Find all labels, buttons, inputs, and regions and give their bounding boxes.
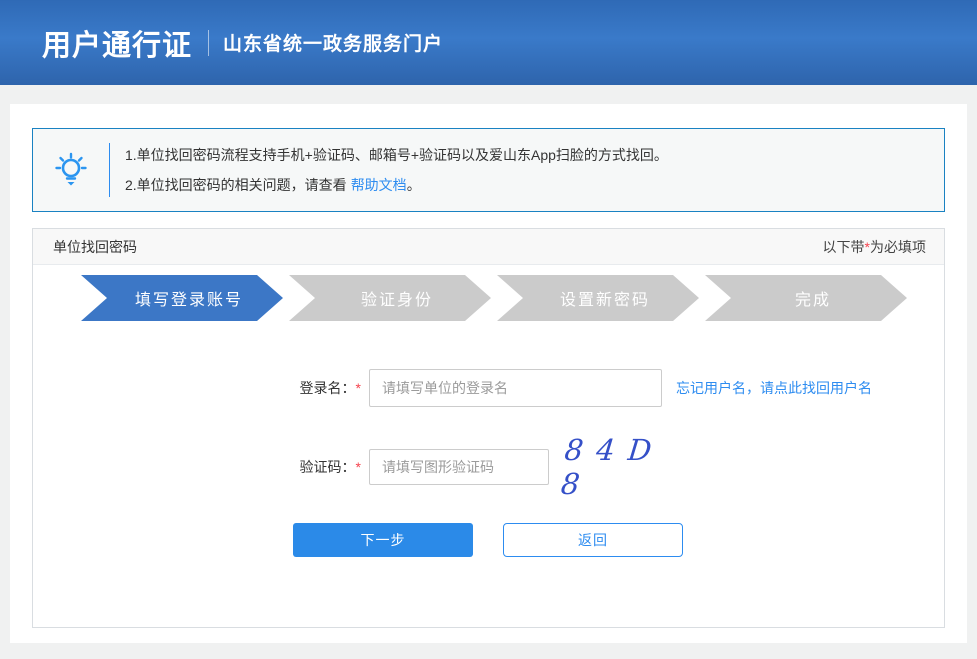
tip-line-2-text: 2.单位找回密码的相关问题，请查看 [125,177,347,193]
login-name-label-text: 登录名： [300,380,356,396]
login-required-star: * [356,380,361,396]
lightbulb-icon [33,148,109,192]
tip-line-2-period: 。 [407,177,421,193]
portal-subtitle: 山东省统一政务服务门户 [223,29,443,56]
recover-password-panel: 单位找回密码 以下带*为必填项 填写登录账号 验证身份 设置新密码 完成 登录名… [32,228,945,628]
main-card: 1.单位找回密码流程支持手机+验证码、邮箱号+验证码以及爱山东App扫脸的方式找… [10,104,967,643]
login-name-row: 登录名：* 忘记用户名，请点此找回用户名 [261,369,944,407]
login-name-input[interactable] [369,369,662,407]
page-header: 用户通行证 山东省统一政务服务门户 [0,0,977,85]
tip-text: 1.单位找回密码流程支持手机+验证码、邮箱号+验证码以及爱山东App扫脸的方式找… [110,140,668,200]
brand: 用户通行证 山东省统一政务服务门户 [42,22,443,64]
help-doc-link[interactable]: 帮助文档 [351,177,407,193]
form-area: 登录名：* 忘记用户名，请点此找回用户名 验证码：* 8 4 D 8 下一步 返… [33,369,944,627]
panel-title: 单位找回密码 [53,237,137,257]
required-note-suffix: 为必填项 [870,239,926,255]
captcha-input[interactable] [369,449,549,485]
captcha-required-star: * [356,459,361,475]
page-title: 用户通行证 [42,22,192,64]
tip-line-2: 2.单位找回密码的相关问题，请查看帮助文档。 [125,170,668,200]
forgot-username-link[interactable]: 忘记用户名，请点此找回用户名 [676,378,872,398]
step-verify-identity: 验证身份 [289,275,491,321]
captcha-label-text: 验证码： [300,459,356,475]
button-row: 下一步 返回 [293,523,944,557]
tip-line-1: 1.单位找回密码流程支持手机+验证码、邮箱号+验证码以及爱山东App扫脸的方式找… [125,140,668,170]
captcha-label: 验证码：* [261,457,361,477]
required-note: 以下带*为必填项 [823,237,926,257]
captcha-row: 验证码：* 8 4 D 8 [261,447,944,487]
required-note-prefix: 以下带 [823,239,865,255]
back-button[interactable]: 返回 [503,523,683,557]
step-finish: 完成 [705,275,907,321]
next-step-button[interactable]: 下一步 [293,523,473,557]
panel-header: 单位找回密码 以下带*为必填项 [33,229,944,265]
tip-box: 1.单位找回密码流程支持手机+验证码、邮箱号+验证码以及爱山东App扫脸的方式找… [32,128,945,212]
login-name-label: 登录名：* [261,378,361,398]
captcha-image[interactable]: 8 4 D 8 [561,447,673,487]
progress-steps: 填写登录账号 验证身份 设置新密码 完成 [81,275,944,321]
brand-divider [208,30,209,56]
step-set-new-password: 设置新密码 [497,275,699,321]
step-fill-account: 填写登录账号 [81,275,283,321]
